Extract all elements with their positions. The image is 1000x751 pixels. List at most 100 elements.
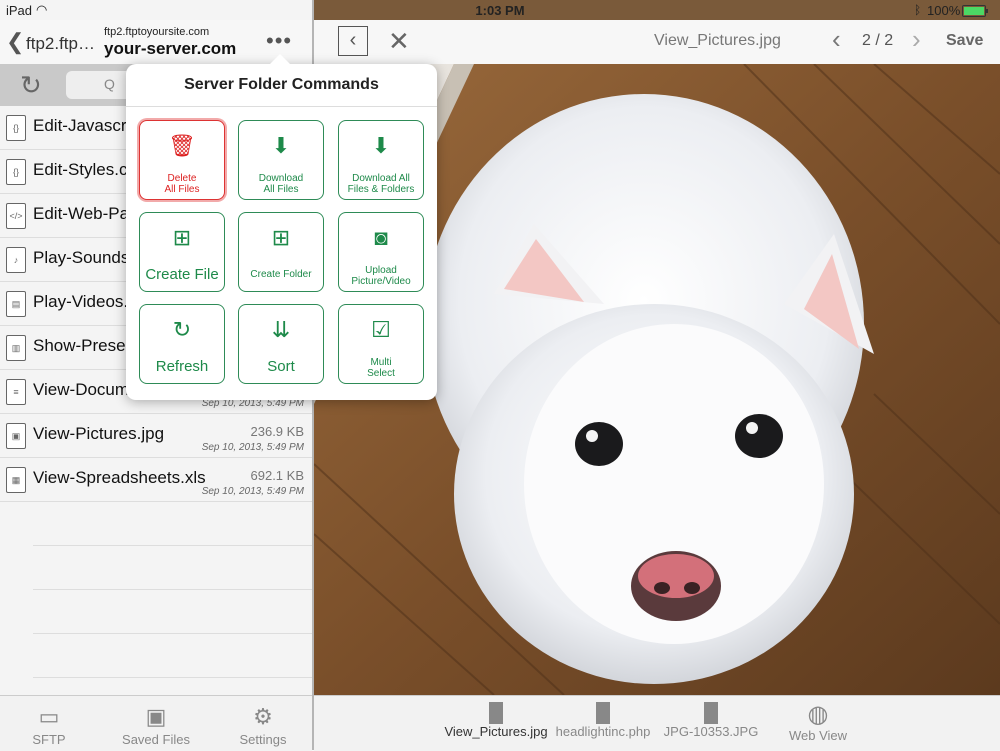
folder-plus-icon: ⊞	[271, 225, 291, 250]
sort-button[interactable]: ⇊ Sort	[238, 304, 324, 384]
tab-saved-files[interactable]: ▣ Saved Files	[111, 702, 201, 747]
trash-icon: 🗑	[168, 133, 196, 158]
file-row[interactable]: ▦ View-Spreadsheets.xls 692.1 KB Sep 10, 20…	[0, 458, 312, 502]
command-label: Multi	[370, 357, 392, 368]
file-name: View-Spreadsheets.xls	[33, 468, 206, 487]
refresh-icon[interactable]: ↻	[20, 70, 42, 101]
document-icon	[489, 702, 503, 724]
server-name: your-server.com	[104, 39, 237, 58]
tab-view-pictures[interactable]: View_Pictures.jpg	[441, 702, 551, 739]
clock: 1:03 PM	[475, 3, 525, 18]
file-size: 692.1 KB	[250, 468, 305, 483]
viewer-navbar: ‹ ✕ View_Pictures.jpg ‹ 2 / 2 › Save	[314, 20, 1000, 64]
tab-label: Web View	[788, 728, 848, 743]
file-row[interactable]: ▣ View-Pictures.jpg 236.9 KB Sep 10, 2013, …	[0, 414, 312, 458]
command-label: Files & Folders	[347, 184, 415, 195]
chevron-left-icon[interactable]: ❮	[6, 29, 24, 55]
file-icon: ▤	[6, 291, 26, 317]
tab-settings[interactable]: ⚙ Settings	[218, 702, 308, 747]
empty-row	[33, 634, 312, 678]
tab-label: JPG-10353.JPG	[663, 724, 759, 739]
delete-all-files-button[interactable]: 🗑 Delete All Files	[139, 120, 225, 200]
divider	[126, 106, 437, 107]
file-name: View-Pictures.jpg	[33, 424, 165, 443]
command-label: Delete	[167, 173, 197, 184]
download-icon: ⬇	[371, 133, 391, 158]
command-label: All Files	[263, 184, 299, 195]
tab-jpg-10353[interactable]: JPG-10353.JPG	[656, 702, 766, 739]
create-file-button[interactable]: ⊞ Create File	[139, 212, 225, 292]
monitor-icon: ▭	[38, 704, 60, 729]
command-label: Sort	[267, 358, 295, 375]
camera-icon: ◙	[374, 225, 388, 250]
file-icon: ≡	[6, 379, 26, 405]
close-icon[interactable]: ✕	[388, 26, 410, 57]
server-host: ftp2.ftptoyoursite.com	[104, 26, 210, 38]
command-label: All Files	[164, 184, 200, 195]
left-navbar: ❮ ftp2.ftp… ftp2.ftptoyoursite.com your-…	[0, 20, 312, 64]
empty-row	[33, 546, 312, 590]
create-folder-button[interactable]: ⊞ Create Folder	[238, 212, 324, 292]
gear-icon: ⚙	[253, 704, 273, 729]
tab-label: Settings	[239, 732, 287, 747]
command-label: Upload	[365, 265, 397, 276]
battery-icon	[962, 5, 988, 17]
refresh-icon: ↻	[172, 317, 192, 342]
tab-label: Saved Files	[122, 732, 190, 747]
page-indicator: 2 / 2	[862, 32, 894, 49]
status-bar: iPad ◠ 1:03 PM ᛒ 100%	[0, 0, 1000, 20]
download-icon: ⬇	[271, 133, 291, 158]
file-date: Sep 10, 2013, 5:49 PM	[201, 486, 304, 497]
tab-label: SFTP	[32, 732, 66, 747]
more-options-icon[interactable]: •••	[266, 28, 292, 54]
file-icon: {}	[6, 159, 26, 185]
search-icon: Q	[104, 76, 115, 92]
box-icon: ▣	[145, 704, 167, 729]
empty-row	[33, 502, 312, 546]
document-icon	[596, 702, 610, 724]
tab-web-view[interactable]: ◍ Web View	[763, 701, 873, 744]
viewer-title: View_Pictures.jpg	[654, 32, 781, 49]
bluetooth-icon: ᛒ	[914, 3, 922, 17]
document-icon	[704, 702, 718, 724]
download-all-files-folders-button[interactable]: ⬇ Download All Files & Folders	[338, 120, 424, 200]
tab-headlightinc[interactable]: headlightinc.php	[548, 702, 658, 739]
command-label: Create File	[145, 266, 219, 283]
tab-label: View_Pictures.jpg	[444, 724, 548, 739]
viewer-tab-bar: View_Pictures.jpg headlightinc.php JPG-1…	[314, 695, 1000, 751]
command-label: Download	[258, 173, 304, 184]
tab-sftp[interactable]: ▭ SFTP	[4, 702, 94, 747]
command-label: Create Folder	[250, 269, 312, 280]
popover-title: Server Folder Commands	[184, 76, 379, 93]
command-label: Select	[367, 368, 395, 379]
file-icon: ♪	[6, 247, 26, 273]
previous-icon[interactable]: ‹	[832, 24, 841, 55]
save-button[interactable]: Save	[946, 32, 983, 50]
collapse-panel-button[interactable]: ‹	[338, 26, 368, 56]
file-size: 236.9 KB	[250, 424, 305, 439]
refresh-button[interactable]: ↻ Refresh	[139, 304, 225, 384]
back-button[interactable]: ftp2.ftp…	[26, 34, 95, 54]
file-date: Sep 10, 2013, 5:49 PM	[201, 442, 304, 453]
plus-square-icon: ⊞	[172, 225, 192, 250]
file-icon: </>	[6, 203, 26, 229]
checklist-icon: ☑	[371, 317, 391, 342]
file-icon: ▥	[6, 335, 26, 361]
battery-percent: 100%	[927, 3, 961, 18]
command-label: Picture/Video	[351, 276, 411, 287]
download-all-files-button[interactable]: ⬇ Download All Files	[238, 120, 324, 200]
multi-select-button[interactable]: ☑ Multi Select	[338, 304, 424, 384]
left-tab-bar: ▭ SFTP ▣ Saved Files ⚙ Settings	[0, 695, 312, 751]
upload-picture-video-button[interactable]: ◙ Upload Picture/Video	[338, 212, 424, 292]
empty-row	[33, 590, 312, 634]
command-label: Refresh	[155, 358, 209, 375]
sort-icon: ⇊	[271, 317, 291, 342]
server-folder-commands-popover: Server Folder Commands 🗑 Delete All File…	[126, 54, 437, 400]
tab-label: headlightinc.php	[555, 724, 651, 739]
file-icon: {}	[6, 115, 26, 141]
globe-icon: ◍	[807, 701, 829, 728]
command-label: Download All	[352, 173, 410, 184]
file-icon: ▦	[6, 467, 26, 493]
file-icon: ▣	[6, 423, 26, 449]
next-icon[interactable]: ›	[912, 24, 921, 55]
